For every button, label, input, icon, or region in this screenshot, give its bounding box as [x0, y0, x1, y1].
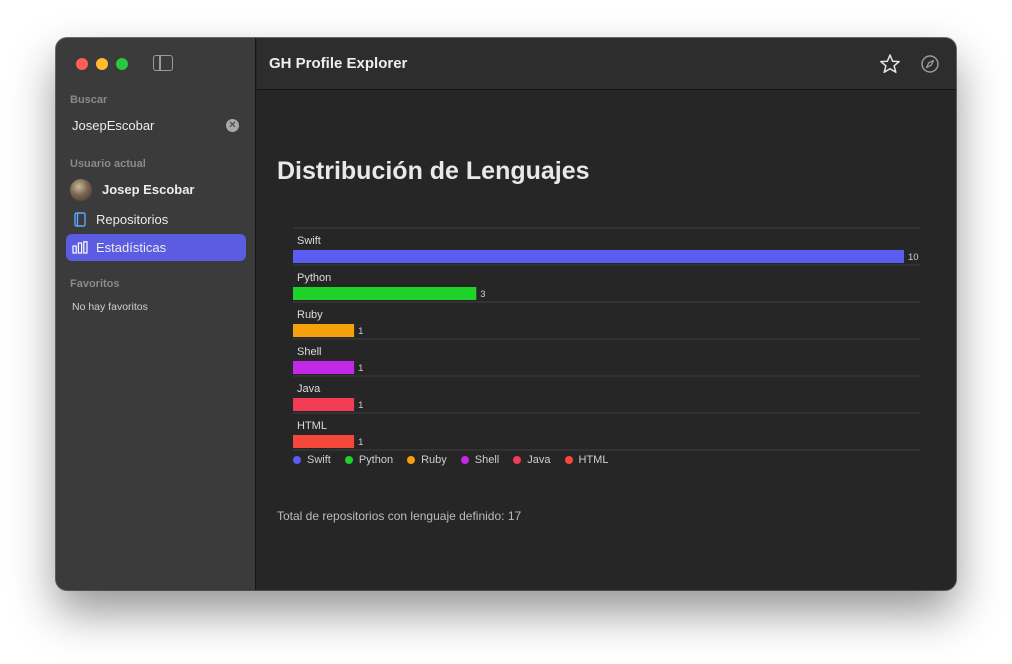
bar-java [293, 398, 355, 411]
app-title: GH Profile Explorer [269, 55, 408, 72]
legend-dot [460, 456, 469, 464]
sidebar-item-user[interactable]: Josep Escobar [66, 176, 246, 203]
legend-label: Ruby [421, 454, 447, 466]
sidebar-item-label: Repositorios [96, 212, 169, 227]
chart-bar-icon [72, 240, 88, 256]
star-icon[interactable] [879, 53, 901, 75]
minimize-window-button[interactable] [96, 58, 108, 70]
legend-dot [513, 456, 522, 464]
book-icon [72, 212, 88, 228]
language-bar-chart: Swift 10 Python 3 Ruby 1 Shell 1 Java 1 HTML 1 [293, 227, 920, 451]
legend-item: Ruby [407, 454, 447, 466]
legend-dot [407, 456, 416, 464]
sidebar-toggle-icon[interactable] [153, 55, 173, 71]
category-label: Ruby [297, 309, 323, 321]
category-label: Swift [297, 235, 321, 247]
category-label: HTML [297, 420, 327, 432]
favorites-section-label: Favoritos [70, 278, 120, 290]
zoom-window-button[interactable] [116, 58, 128, 70]
category-label: Python [297, 272, 331, 284]
user-name: Josep Escobar [102, 182, 195, 197]
sidebar-item-repositorios[interactable]: Repositorios [66, 206, 246, 233]
value-label: 1 [358, 400, 363, 411]
app-window: Buscar JosepEscobar ✕ Usuario actual Jos… [56, 38, 956, 590]
sidebar-item-estadisticas[interactable]: Estadísticas [66, 234, 246, 261]
category-label: Shell [297, 346, 321, 358]
chart-legend: Swift Python Ruby Shell Java HTML [293, 454, 608, 466]
legend-dot [564, 456, 573, 464]
legend-label: HTML [578, 454, 609, 466]
total-repos-text: Total de repositorios con lenguaje defin… [277, 509, 522, 523]
window-controls [76, 58, 128, 70]
bar-html [293, 435, 355, 448]
user-section-label: Usuario actual [70, 158, 146, 170]
value-label: 1 [358, 437, 363, 448]
legend-item: Swift [293, 454, 331, 466]
legend-item: Java [513, 454, 551, 466]
legend-label: Shell [474, 454, 500, 466]
value-label: 3 [480, 289, 485, 300]
legend-label: Java [527, 454, 551, 466]
legend-item: Python [344, 454, 394, 466]
close-window-button[interactable] [76, 58, 88, 70]
legend-dot [293, 456, 301, 464]
legend-label: Python [358, 454, 394, 466]
main-content: Distribución de Lenguajes Swift 10 Python 3… [257, 91, 956, 590]
bar-ruby [293, 324, 355, 337]
bar-shell [293, 361, 355, 374]
legend-item: Shell [460, 454, 500, 466]
category-label: Java [297, 383, 321, 395]
value-label: 10 [908, 252, 919, 263]
search-section-label: Buscar [70, 94, 108, 106]
toolbar: GH Profile Explorer [257, 38, 956, 90]
favorites-empty-text: No hay favoritos [72, 301, 148, 313]
bar-swift [293, 250, 904, 263]
value-label: 1 [358, 363, 363, 374]
value-label: 1 [358, 326, 363, 337]
sidebar: Buscar JosepEscobar ✕ Usuario actual Jos… [56, 38, 256, 590]
clear-search-icon[interactable]: ✕ [226, 119, 239, 132]
compass-icon[interactable] [919, 53, 941, 75]
search-input[interactable]: JosepEscobar [72, 118, 154, 133]
legend-dot [344, 456, 353, 464]
legend-label: Swift [307, 454, 331, 466]
sidebar-item-label: Estadísticas [96, 240, 167, 255]
avatar [70, 178, 92, 201]
legend-item: HTML [564, 454, 609, 466]
bar-python [293, 287, 477, 300]
